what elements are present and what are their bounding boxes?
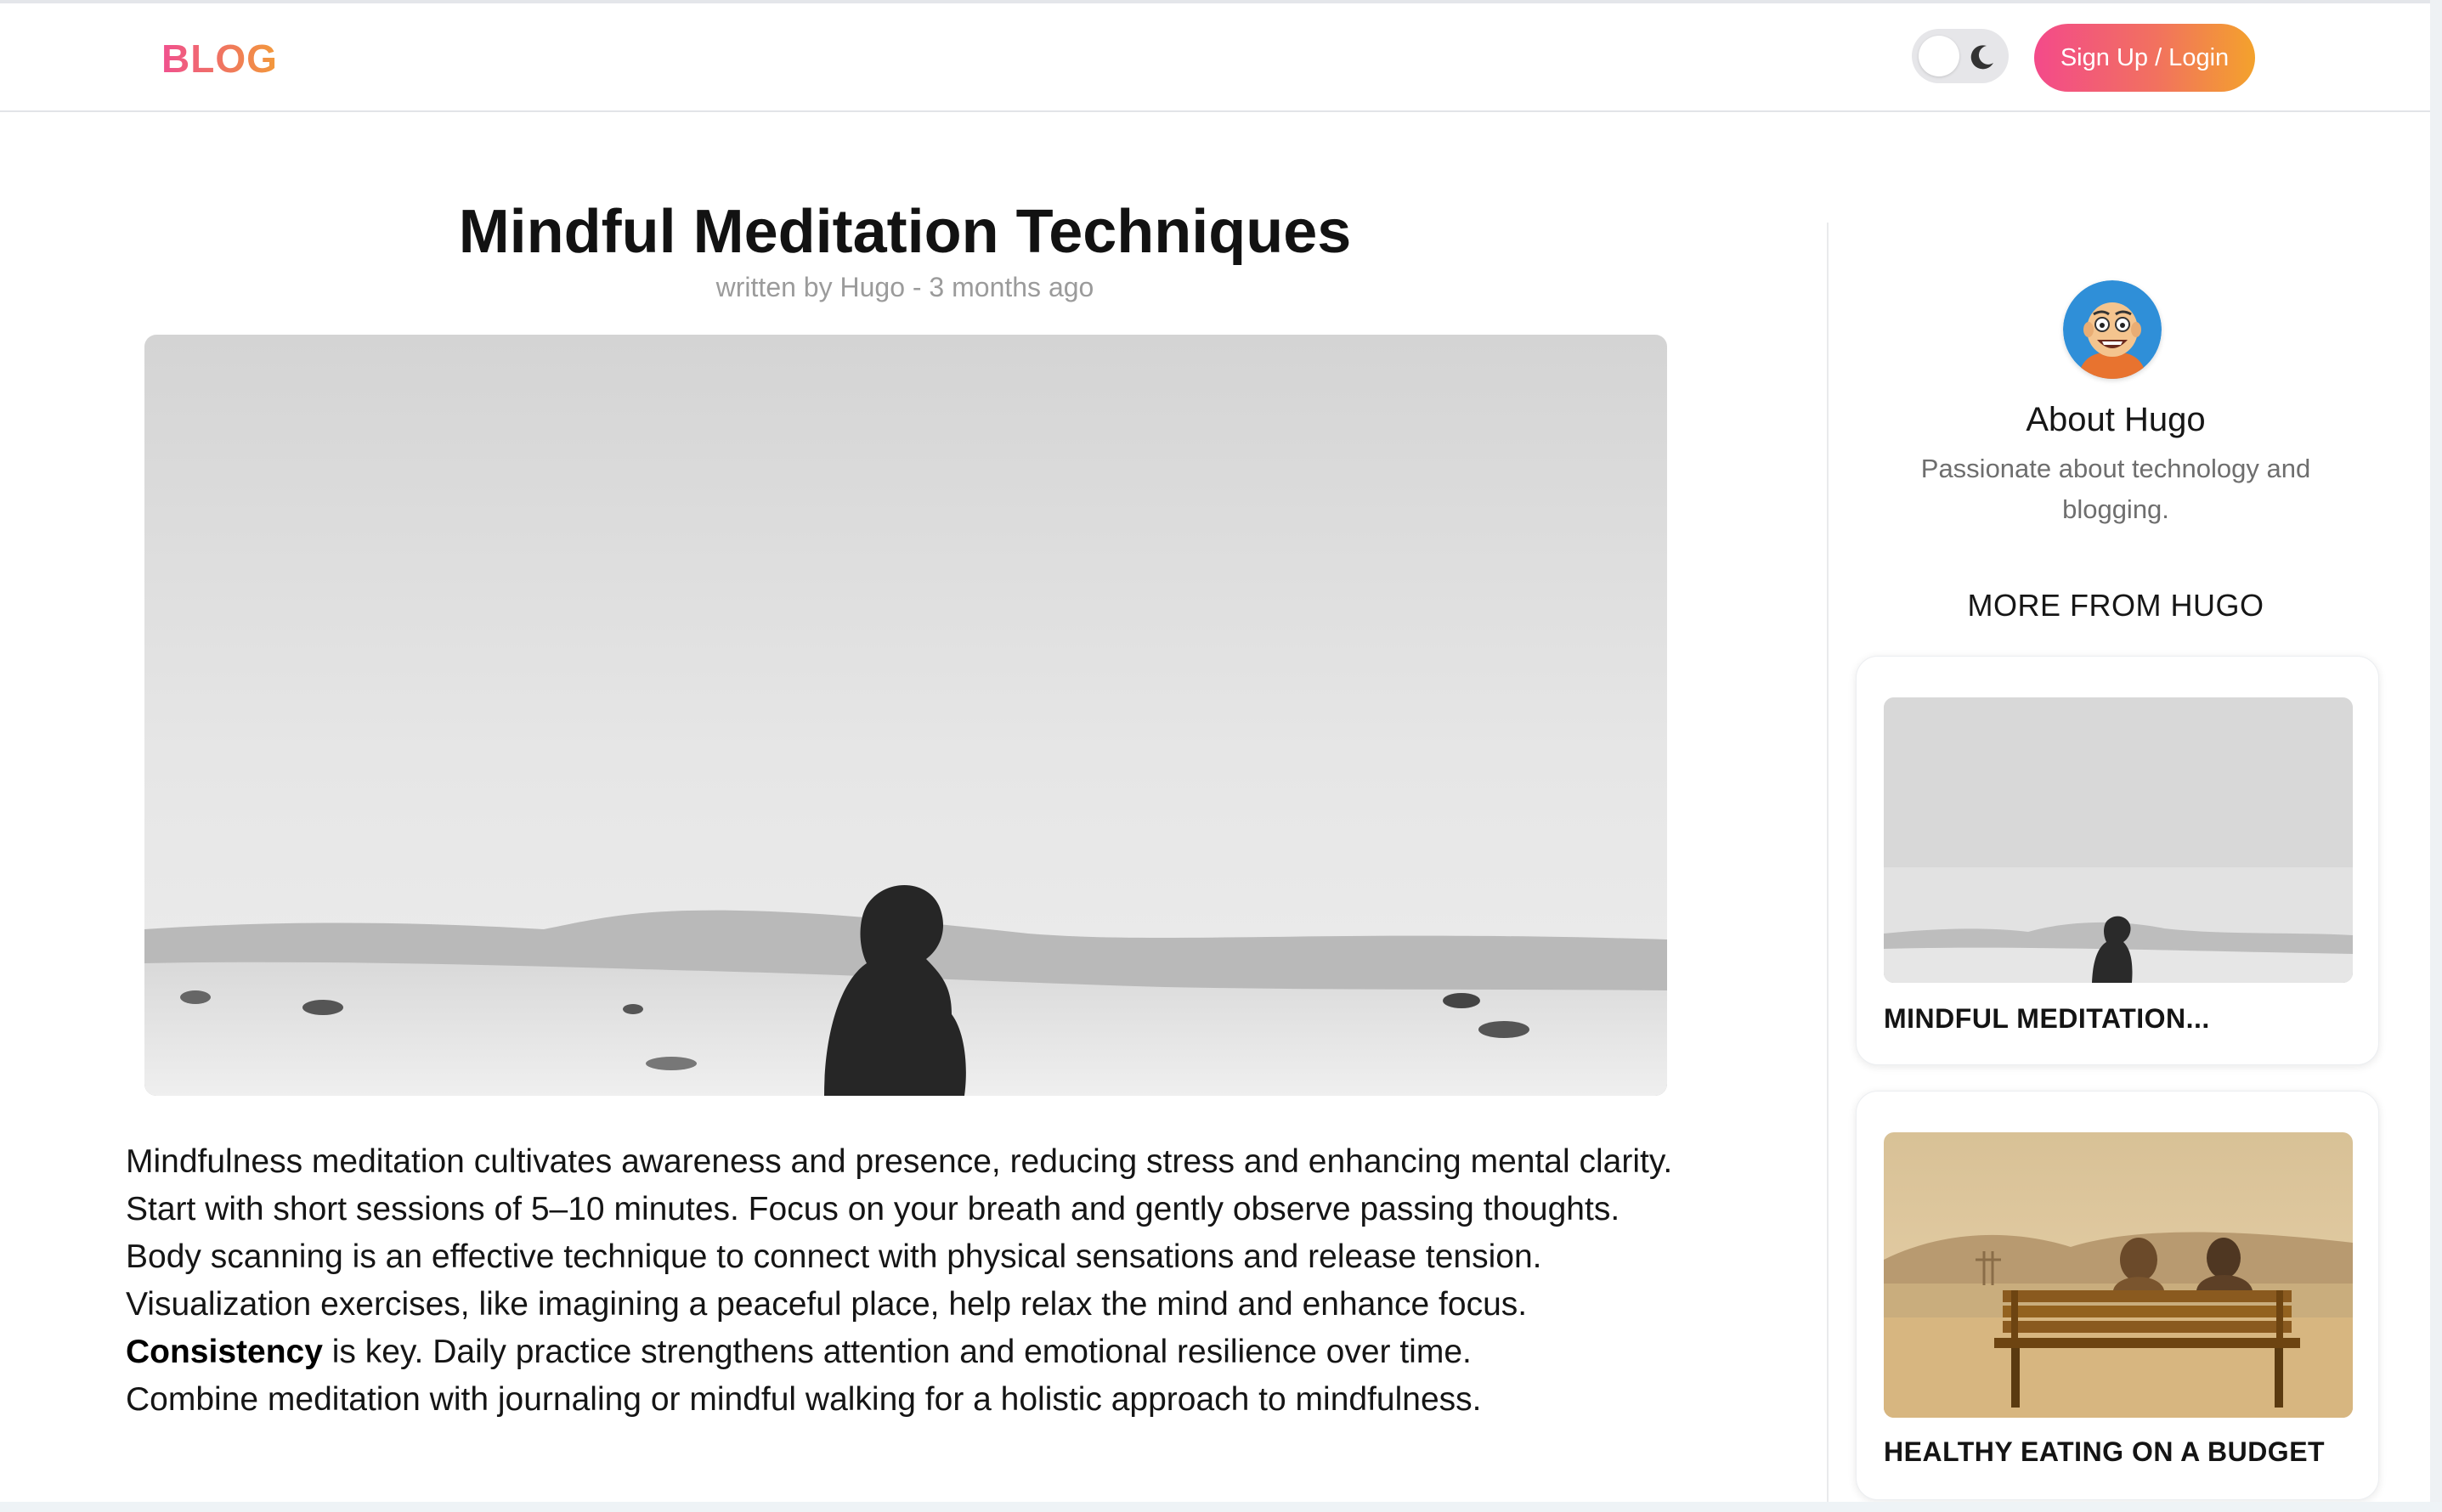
article-byline: written by Hugo - 3 months ago xyxy=(715,272,1094,302)
more-from-author-heading: MORE FROM HUGO xyxy=(1967,588,2264,623)
post-title[interactable]: MINDFUL MEDITATION... xyxy=(1884,1003,2210,1035)
related-post-card[interactable]: MINDFUL MEDITATION... xyxy=(1856,656,2379,1065)
window-bottom-edge xyxy=(0,1502,2442,1512)
desert-silhouette-photo xyxy=(1884,697,2353,983)
related-post-card[interactable]: HEALTHY EATING ON A BUDGET xyxy=(1856,1091,2379,1500)
site-logo[interactable]: BLOG xyxy=(161,36,278,82)
paragraph: Visualization exercises, like imagining … xyxy=(126,1286,1528,1323)
theme-toggle[interactable] xyxy=(1912,29,2009,83)
article-hero-image xyxy=(144,335,1667,1096)
post-thumbnail[interactable] xyxy=(1884,697,2353,983)
moon-icon xyxy=(1970,45,1993,70)
post-thumbnail[interactable] xyxy=(1884,1132,2353,1418)
paragraph-consistency: Consistency is key. Daily practice stren… xyxy=(126,1329,1706,1376)
about-author-title: About Hugo xyxy=(2026,401,2206,438)
article-body: Mindfulness meditation cultivates awaren… xyxy=(126,1138,1706,1424)
desert-silhouette-photo xyxy=(144,335,1667,1096)
bold-lead: Consistency xyxy=(126,1334,323,1370)
paragraph: Start with short sessions of 5–10 minute… xyxy=(126,1191,1620,1227)
sidebar-divider xyxy=(1827,223,1829,1512)
about-author-description: Passionate about technology and blogging… xyxy=(1920,454,2311,524)
article-title: Mindful Meditation Techniques xyxy=(458,198,1352,266)
paragraph: Mindfulness meditation cultivates awaren… xyxy=(126,1143,1673,1180)
couple-on-bench-photo xyxy=(1884,1132,2353,1418)
site-header: BLOG Sign Up / Login xyxy=(0,3,2430,112)
post-title[interactable]: HEALTHY EATING ON A BUDGET xyxy=(1884,1436,2325,1468)
signup-login-button[interactable]: Sign Up / Login xyxy=(2034,24,2255,92)
toggle-knob xyxy=(1919,36,1959,76)
author-avatar-illustration xyxy=(2063,280,2162,379)
paragraph: Combine meditation with journaling or mi… xyxy=(126,1381,1482,1418)
author-avatar[interactable] xyxy=(2063,280,2162,379)
paragraph: Body scanning is an effective technique … xyxy=(126,1238,1542,1275)
window-scroll-gutter xyxy=(2430,0,2442,1512)
bold-rest: is key. Daily practice strengthens atten… xyxy=(322,1334,1472,1370)
